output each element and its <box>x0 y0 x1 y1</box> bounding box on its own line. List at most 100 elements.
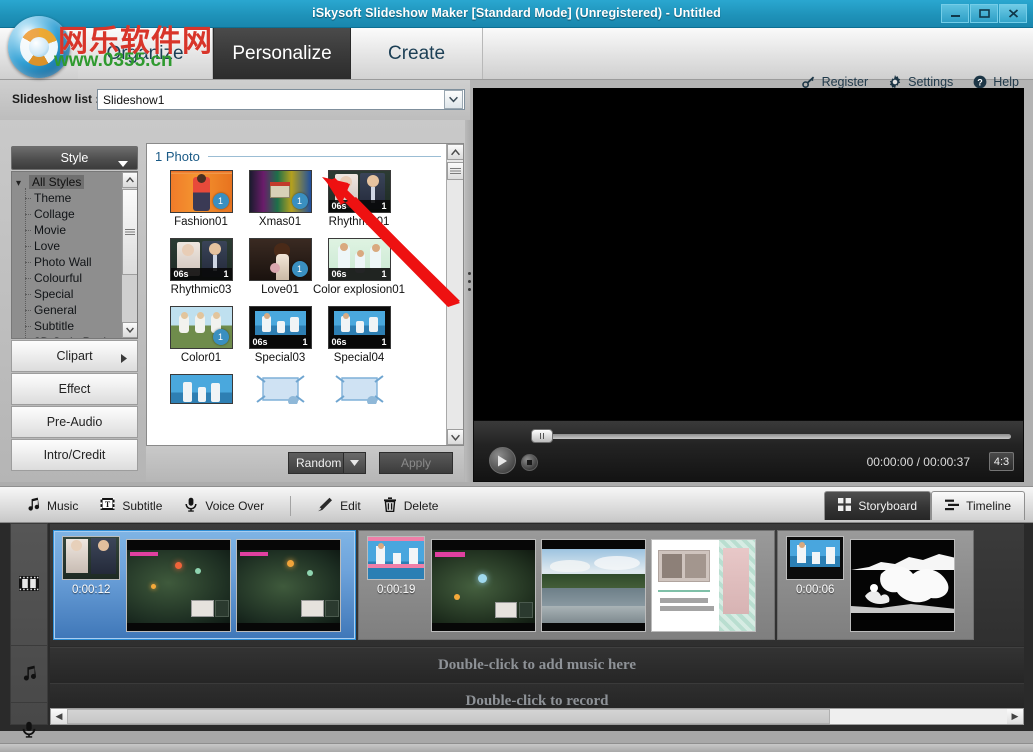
tree-item-photo-wall[interactable]: Photo Wall <box>12 254 122 270</box>
storyboard-group-3[interactable]: 06s 1 0:00:06 <box>777 530 974 640</box>
storyboard-clip[interactable] <box>431 539 536 632</box>
settings-button[interactable]: Settings <box>888 75 953 89</box>
tree-item-subtitle[interactable]: Subtitle <box>12 318 122 334</box>
style-thumbnail[interactable]: 1 <box>170 170 233 213</box>
style-thumbnail[interactable]: 06s 1 <box>328 170 391 213</box>
seek-handle[interactable] <box>531 429 553 443</box>
tab-organize[interactable]: Organize <box>78 28 213 79</box>
style-dropdown-button[interactable]: Style <box>11 146 138 170</box>
chevron-down-icon[interactable] <box>444 90 463 109</box>
sidebar-item-effect[interactable]: Effect <box>11 373 138 405</box>
storyboard-clip[interactable] <box>651 539 756 632</box>
scroll-down-button[interactable] <box>122 322 138 338</box>
storyboard-clip[interactable] <box>126 539 231 632</box>
tree-item-colourful[interactable]: Colourful <box>12 270 122 286</box>
scroll-down-button[interactable] <box>447 429 464 445</box>
aspect-ratio-button[interactable]: 4:3 <box>989 452 1014 471</box>
slideshow-select[interactable]: Slideshow1 <box>97 89 465 110</box>
storyboard-clip[interactable] <box>541 539 646 632</box>
tree-item-love[interactable]: Love <box>12 238 122 254</box>
style-tree-scrollbar[interactable] <box>121 172 137 338</box>
style-item-color-explosion01[interactable]: 06s 1 Color explosion01 <box>311 238 407 297</box>
style-item-rhythmic01[interactable]: 06s 1 Rhythmic01 <box>311 170 407 229</box>
mode-tab-bar: Organize Personalize Create Register Set… <box>0 28 1033 80</box>
style-thumbnail[interactable] <box>328 374 391 404</box>
style-thumbnail[interactable]: 1 <box>249 238 312 281</box>
tree-item-3d-style-pack-label: 3D Style Pack <box>34 335 109 339</box>
chevron-down-icon[interactable] <box>343 453 365 473</box>
style-card-thumbnail[interactable]: 12s 2 <box>62 536 120 580</box>
subtitle-button[interactable]: T Subtitle <box>100 497 162 514</box>
style-grid-panel: 1 Photo 1 Fashion01 <box>146 143 464 446</box>
music-track[interactable]: Double-click to add music here <box>50 647 1024 683</box>
slideshow-list-label: Slideshow list : <box>12 92 99 106</box>
storyboard-clip[interactable] <box>236 539 341 632</box>
tree-item-collage[interactable]: Collage <box>12 206 122 222</box>
rail-video-track[interactable] <box>11 524 47 646</box>
slideshow-select-value: Slideshow1 <box>98 93 444 107</box>
style-thumbnail[interactable]: 1 <box>170 306 233 349</box>
clipart-label: Clipart <box>56 349 92 363</box>
style-category-tree[interactable]: ▾All Styles Theme Collage Movie Love Pho… <box>11 171 138 339</box>
timeline-icon <box>945 499 959 514</box>
tree-item-movie[interactable]: Movie <box>12 222 122 238</box>
tree-item-all-styles[interactable]: ▾All Styles <box>12 174 122 190</box>
storyboard-group-1[interactable]: 12s 2 0:00:12 <box>53 530 356 640</box>
style-thumbnail[interactable]: 06s 1 <box>328 306 391 349</box>
style-item-special04[interactable]: 06s 1 Special04 <box>311 306 407 365</box>
style-thumbnail[interactable]: 06s 1 <box>170 238 233 281</box>
sidebar-item-pre-audio[interactable]: Pre-Audio <box>11 406 138 438</box>
scroll-thumb[interactable] <box>67 709 830 724</box>
music-button[interactable]: Music <box>26 497 78 514</box>
style-thumbnail[interactable]: 06s 1 <box>249 306 312 349</box>
style-side-column: Style ▾All Styles Theme Collage Movie Lo… <box>11 146 138 471</box>
scroll-thumb[interactable] <box>447 162 464 180</box>
style-grid-scrollbar[interactable] <box>446 144 463 445</box>
style-thumbnail[interactable]: 1 <box>249 170 312 213</box>
tab-timeline[interactable]: Timeline <box>931 491 1025 520</box>
scroll-up-button[interactable] <box>122 172 138 188</box>
style-thumbnail[interactable] <box>170 374 233 404</box>
scroll-right-button[interactable]: ▶ <box>1007 709 1023 724</box>
storyboard-clip[interactable] <box>850 539 955 632</box>
sidebar-item-clipart[interactable]: Clipart <box>11 340 138 372</box>
delete-button[interactable]: Delete <box>383 497 439 515</box>
register-button[interactable]: Register <box>802 75 869 89</box>
style-item-label: Xmas01 <box>259 216 301 229</box>
style-item-label: Rhythmic01 <box>329 216 390 229</box>
maximize-button[interactable] <box>970 4 998 23</box>
tab-storyboard[interactable]: Storyboard <box>824 491 931 520</box>
storyboard-horizontal-scrollbar[interactable]: ◀ ▶ <box>50 708 1024 725</box>
apply-button[interactable]: Apply <box>379 452 453 474</box>
tree-item-special[interactable]: Special <box>12 286 122 302</box>
video-track[interactable]: 12s 2 0:00:12 <box>50 524 1024 646</box>
minimize-button[interactable] <box>941 4 969 23</box>
seek-bar[interactable] <box>535 434 1011 439</box>
scroll-thumb[interactable] <box>122 189 138 275</box>
sidebar-item-intro-credit[interactable]: Intro/Credit <box>11 439 138 471</box>
help-button[interactable]: ? Help <box>973 75 1019 89</box>
style-item-partial-3[interactable] <box>311 374 407 404</box>
style-duration: 06s <box>174 269 189 279</box>
voice-over-button[interactable]: Voice Over <box>184 497 264 515</box>
tab-personalize[interactable]: Personalize <box>213 28 351 79</box>
style-card-thumbnail[interactable]: 06s 1 <box>786 536 844 580</box>
style-card-thumbnail[interactable]: 19s 3 <box>367 536 425 580</box>
rail-music-track[interactable] <box>11 646 47 703</box>
stop-button[interactable] <box>521 454 538 471</box>
style-thumbnail[interactable]: 06s 1 <box>328 238 391 281</box>
tab-create[interactable]: Create <box>351 28 483 79</box>
tree-item-theme[interactable]: Theme <box>12 190 122 206</box>
storyboard-group-2[interactable]: 19s 3 0:00:19 <box>358 530 775 640</box>
random-select[interactable]: Random <box>288 452 366 474</box>
play-button[interactable] <box>489 447 516 474</box>
edit-button[interactable]: Edit <box>317 497 361 515</box>
panel-splitter[interactable] <box>465 120 473 482</box>
close-button[interactable] <box>999 4 1027 23</box>
tree-item-general[interactable]: General <box>12 302 122 318</box>
style-duration: 06s <box>332 201 347 211</box>
scroll-up-button[interactable] <box>447 144 464 160</box>
scroll-left-button[interactable]: ◀ <box>51 709 67 724</box>
tree-item-3d-style-pack[interactable]: 3D Style Pack <box>12 334 122 339</box>
style-thumbnail[interactable] <box>249 374 312 404</box>
